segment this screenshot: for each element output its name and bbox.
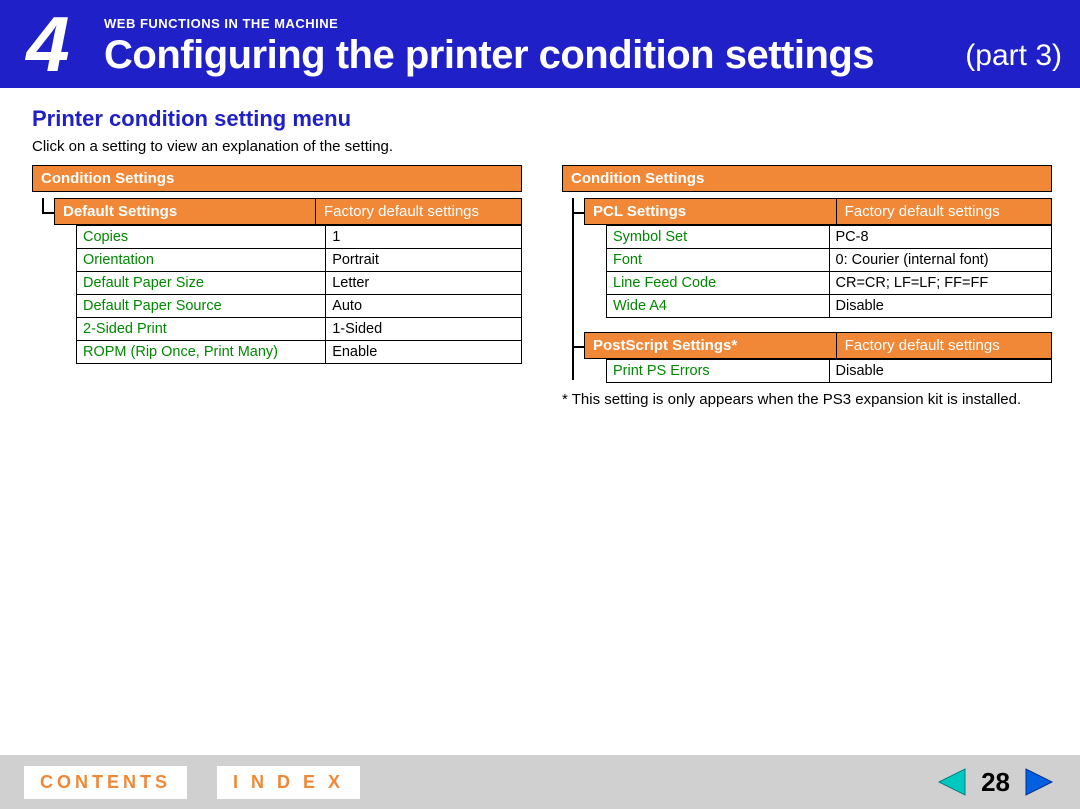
table-row: Font0: Courier (internal font)	[607, 249, 1052, 272]
table-row: OrientationPortrait	[77, 249, 522, 272]
default-settings-label: Default Settings	[55, 199, 316, 224]
setting-key[interactable]: Font	[607, 249, 830, 272]
table-row: Line Feed CodeCR=CR; LF=LF; FF=FF	[607, 272, 1052, 295]
setting-key[interactable]: Symbol Set	[607, 226, 830, 249]
part-label: (part 3)	[965, 39, 1062, 73]
left-column: Condition Settings Default Settings Fact…	[32, 165, 522, 408]
setting-value: Enable	[326, 341, 522, 364]
factory-defaults-label: Factory default settings	[837, 333, 1008, 358]
setting-value: Disable	[829, 360, 1052, 383]
setting-key[interactable]: Line Feed Code	[607, 272, 830, 295]
chapter-number: 4	[26, 0, 69, 90]
page-header: 4 WEB FUNCTIONS IN THE MACHINE Configuri…	[0, 0, 1080, 88]
pcl-settings-label: PCL Settings	[585, 199, 837, 224]
setting-value: 1-Sided	[326, 318, 522, 341]
arrow-left-icon	[935, 767, 967, 797]
table-row: Default Paper SizeLetter	[77, 272, 522, 295]
section-title: Printer condition setting menu	[32, 106, 1052, 132]
section-intro: Click on a setting to view an explanatio…	[32, 138, 1052, 155]
right-column: Condition Settings PCL Settings Factory …	[562, 165, 1052, 408]
next-page-button[interactable]	[1024, 767, 1056, 797]
setting-key[interactable]: Print PS Errors	[607, 360, 830, 383]
breadcrumb: WEB FUNCTIONS IN THE MACHINE	[104, 16, 1080, 31]
condition-settings-header: Condition Settings	[32, 165, 522, 192]
factory-defaults-label: Factory default settings	[837, 199, 1008, 224]
setting-key[interactable]: Orientation	[77, 249, 326, 272]
pcl-settings-header: PCL Settings Factory default settings	[584, 198, 1052, 225]
setting-key[interactable]: ROPM (Rip Once, Print Many)	[77, 341, 326, 364]
setting-value: Letter	[326, 272, 522, 295]
table-row: Default Paper SourceAuto	[77, 295, 522, 318]
table-row: 2-Sided Print1-Sided	[77, 318, 522, 341]
default-settings-header: Default Settings Factory default setting…	[54, 198, 522, 225]
contents-button[interactable]: CONTENTS	[24, 766, 187, 799]
footer-bar: CONTENTS I N D E X 28	[0, 755, 1080, 809]
setting-key[interactable]: Default Paper Source	[77, 295, 326, 318]
table-row: Symbol SetPC-8	[607, 226, 1052, 249]
content-area: Printer condition setting menu Click on …	[0, 88, 1080, 408]
factory-defaults-label: Factory default settings	[316, 199, 487, 224]
tree-connector	[572, 198, 574, 380]
setting-value: Disable	[829, 295, 1052, 318]
setting-value: CR=CR; LF=LF; FF=FF	[829, 272, 1052, 295]
arrow-right-icon	[1024, 767, 1056, 797]
postscript-settings-table: Print PS ErrorsDisable	[606, 359, 1052, 383]
setting-key[interactable]: Default Paper Size	[77, 272, 326, 295]
postscript-settings-label: PostScript Settings*	[585, 333, 837, 358]
index-button[interactable]: I N D E X	[217, 766, 360, 799]
setting-value: Portrait	[326, 249, 522, 272]
prev-page-button[interactable]	[935, 767, 967, 797]
setting-value: 0: Courier (internal font)	[829, 249, 1052, 272]
page-title: Configuring the printer condition settin…	[104, 33, 874, 78]
setting-value: Auto	[326, 295, 522, 318]
table-row: Wide A4Disable	[607, 295, 1052, 318]
pcl-settings-table: Symbol SetPC-8 Font0: Courier (internal …	[606, 225, 1052, 318]
setting-key[interactable]: Copies	[77, 226, 326, 249]
chapter-number-box: 4	[0, 0, 96, 88]
table-row: ROPM (Rip Once, Print Many)Enable	[77, 341, 522, 364]
setting-key[interactable]: Wide A4	[607, 295, 830, 318]
table-row: Copies1	[77, 226, 522, 249]
page-number: 28	[981, 767, 1010, 798]
condition-settings-header: Condition Settings	[562, 165, 1052, 192]
default-settings-table: Copies1 OrientationPortrait Default Pape…	[76, 225, 522, 364]
setting-key[interactable]: 2-Sided Print	[77, 318, 326, 341]
header-text: WEB FUNCTIONS IN THE MACHINE Configuring…	[96, 0, 1080, 88]
setting-value: 1	[326, 226, 522, 249]
postscript-settings-header: PostScript Settings* Factory default set…	[584, 332, 1052, 359]
setting-value: PC-8	[829, 226, 1052, 249]
table-row: Print PS ErrorsDisable	[607, 360, 1052, 383]
footnote: * This setting is only appears when the …	[562, 391, 1052, 408]
tree-connector	[42, 198, 44, 213]
